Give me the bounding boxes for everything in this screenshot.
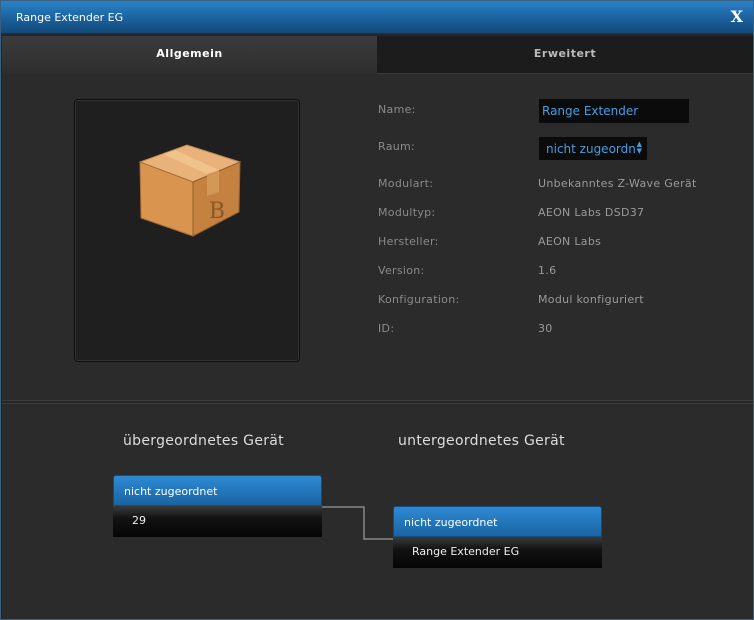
- hersteller-label: Hersteller:: [378, 235, 439, 248]
- prop-id-row: ID: 30: [378, 319, 738, 339]
- modultyp-label: Modultyp:: [378, 206, 436, 219]
- child-node-header: nicht zugeordnet: [393, 506, 602, 537]
- konfiguration-value: Modul konfiguriert: [538, 293, 644, 306]
- parent-heading: übergeordnetes Gerät: [123, 433, 284, 449]
- package-box-icon: B: [138, 144, 242, 237]
- title-bar: Range Extender EG X: [1, 1, 753, 34]
- child-device-node[interactable]: nicht zugeordnet Range Extender EG: [393, 506, 602, 568]
- close-icon[interactable]: X: [731, 7, 743, 26]
- tab-erweitert[interactable]: Erweitert: [377, 36, 753, 74]
- name-field[interactable]: [538, 98, 690, 124]
- version-label: Version:: [378, 264, 425, 277]
- prop-name-row: Name:: [378, 98, 738, 124]
- konfiguration-label: Konfiguration:: [378, 293, 460, 306]
- prop-konfiguration-row: Konfiguration: Modul konfiguriert: [378, 290, 738, 310]
- prop-modulart-row: Modulart: Unbekanntes Z-Wave Gerät: [378, 174, 738, 194]
- window-title: Range Extender EG: [16, 11, 124, 24]
- prop-version-row: Version: 1.6: [378, 261, 738, 281]
- child-heading: untergeordnetes Gerät: [398, 433, 565, 449]
- device-image-frame: B: [74, 99, 300, 362]
- svg-text:B: B: [209, 199, 225, 224]
- parent-node-header: nicht zugeordnet: [113, 475, 322, 506]
- name-label: Name:: [378, 103, 416, 116]
- parent-device-node[interactable]: nicht zugeordnet 29: [113, 475, 322, 537]
- child-node-body: Range Extender EG: [393, 537, 602, 568]
- id-value: 30: [538, 322, 553, 335]
- hersteller-value: AEON Labs: [538, 235, 602, 248]
- select-arrows-icon: ▲ ▼: [636, 140, 642, 155]
- hierarchy-connector: [322, 506, 398, 540]
- modultyp-value: AEON Labs DSD37: [538, 206, 645, 219]
- id-label: ID:: [378, 322, 395, 335]
- room-label: Raum:: [378, 140, 416, 153]
- version-value: 1.6: [538, 264, 557, 277]
- tab-allgemein[interactable]: Allgemein: [2, 36, 377, 74]
- hierarchy-panel: übergeordnetes Gerät untergeordnetes Ger…: [2, 403, 753, 619]
- parent-node-body: 29: [113, 506, 322, 537]
- room-select-value: nicht zugeordn: [546, 142, 636, 156]
- general-panel: B Name: Raum: nicht zugeordn ▲▼ Modulart…: [2, 74, 753, 401]
- modulart-label: Modulart:: [378, 177, 434, 190]
- room-select[interactable]: nicht zugeordn ▲ ▼: [538, 136, 648, 161]
- tab-bar: Allgemein Erweitert: [2, 36, 753, 74]
- prop-modultyp-row: Modultyp: AEON Labs DSD37: [378, 203, 738, 223]
- prop-hersteller-row: Hersteller: AEON Labs: [378, 232, 738, 252]
- prop-room-row: Raum: nicht zugeordn ▲ ▼: [378, 136, 738, 161]
- modulart-value: Unbekanntes Z-Wave Gerät: [538, 177, 697, 190]
- device-dialog: Range Extender EG X Allgemein Erweitert …: [0, 0, 754, 620]
